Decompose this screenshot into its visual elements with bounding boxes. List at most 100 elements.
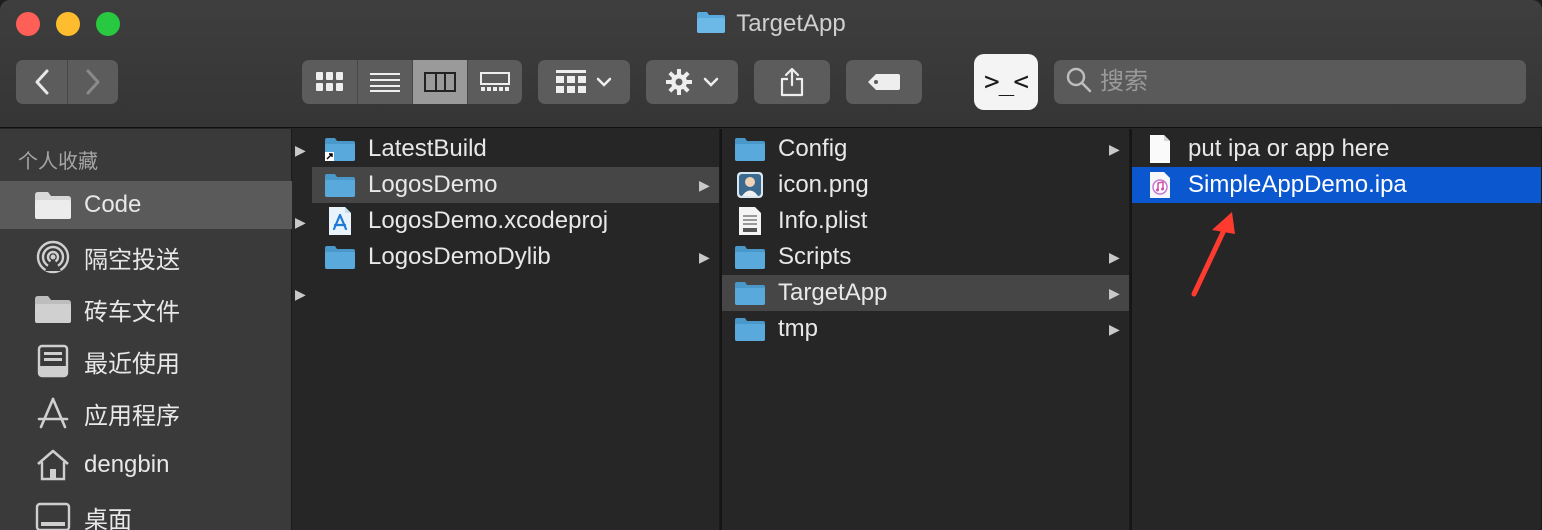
action-menu-button[interactable] [646,60,738,104]
search-icon [1066,67,1092,98]
home-icon [34,447,72,483]
item-label: icon.png [778,171,869,198]
column-2: Config ▶ icon.png Info.plist Scripts ▶ T… [722,129,1130,530]
tags-button[interactable] [846,60,922,104]
back-button[interactable] [16,60,67,104]
list-item[interactable]: Config ▶ [722,131,1129,167]
item-label: LatestBuild [368,135,487,162]
list-item[interactable]: LogosDemo.xcodeproj [312,203,719,239]
sidebar-item-label: 砖车文件 [84,298,180,326]
folder-icon [324,242,356,272]
columns-icon [424,72,456,92]
view-mode-selector [302,60,522,104]
chevron-right-icon: ▶ [1109,284,1120,301]
sidebar-section-title: 个人收藏 [18,151,98,173]
list-item[interactable]: tmp ▶ [722,311,1129,347]
sidebar-item-code[interactable]: Code [0,181,292,229]
list-item[interactable]: Info.plist [722,203,1129,239]
folder-icon [734,314,766,344]
chevron-down-icon [596,77,612,87]
column-view-button[interactable] [412,60,467,104]
item-label: TargetApp [778,279,888,306]
recents-icon [34,343,72,379]
chevron-right-icon: ▶ [295,142,306,158]
chevron-right-icon: ▶ [699,248,710,265]
group-grid-icon [556,70,586,94]
search-field[interactable] [1054,60,1526,104]
item-label: Scripts [778,243,852,270]
list-item[interactable]: LogosDemoDylib ▶ [312,239,719,275]
sidebar-item-label: 隔空投送 [84,246,180,274]
sidebar-item-label: 桌面 [84,506,132,530]
list-item[interactable]: Scripts ▶ [722,239,1129,275]
item-label: put ipa or app here [1188,135,1390,162]
sidebar-item-label: Code [84,191,142,218]
list-lines-icon [370,72,400,92]
folder-icon [734,242,766,272]
applications-icon [34,395,72,431]
terminal-button[interactable]: >_< [974,54,1038,110]
folder-icon [696,10,726,39]
forward-button[interactable] [67,60,118,104]
window-title: TargetApp [0,8,1542,40]
folder-icon [34,291,72,327]
tag-icon [867,73,901,91]
plist-icon [734,206,766,236]
icon-view-button[interactable] [302,60,357,104]
chevron-right-icon: ▶ [1109,320,1120,337]
chevron-left-icon [34,69,50,95]
toolbar: TargetApp >_< 搜索 [0,0,1542,128]
column-3: put ipa or app here SimpleAppDemo.ipa [1132,129,1542,530]
chevron-right-icon: ▶ [295,214,306,230]
airdrop-icon [34,239,72,275]
list-item[interactable]: SimpleAppDemo.ipa [1132,167,1541,203]
list-item[interactable]: TargetApp ▶ [722,275,1129,311]
folder-icon [34,187,72,223]
sidebar-item-home[interactable]: dengbin [0,441,292,489]
sidebar-item-applications[interactable]: 应用程序 [0,389,292,437]
annotation-arrow-icon [1191,212,1235,297]
list-item[interactable]: LatestBuild [312,131,719,167]
sidebar-item-label: dengbin [84,451,170,478]
list-item[interactable]: put ipa or app here [1132,131,1541,167]
chevron-right-icon: ▶ [1109,248,1120,265]
xcodeproj-icon [324,206,356,236]
chevron-right-icon: ▶ [295,286,306,302]
chevron-right-icon: ▶ [1109,140,1120,157]
chevron-right-icon: ▶ [699,176,710,193]
png-icon [734,170,766,200]
gallery-icon [480,72,510,92]
item-label: Config [778,135,848,162]
list-view-button[interactable] [357,60,412,104]
sidebar-item-recents[interactable]: 最近使用 [0,337,292,385]
item-label: LogosDemoDylib [368,243,551,270]
list-item[interactable]: icon.png [722,167,1129,203]
desktop-icon [34,499,72,530]
sidebar-item-desktop[interactable]: 桌面 [0,493,292,530]
sidebar: 个人收藏 Code 隔空投送 砖车文件 最近使用 应用程序 dengbin 桌面 [0,129,292,530]
share-button[interactable] [754,60,830,104]
sidebar-item-label: 应用程序 [84,402,180,430]
share-icon [780,67,804,97]
item-label: tmp [778,315,819,342]
column-1: LatestBuild LogosDemo ▶ LogosDemo.xcodep… [312,129,720,530]
sidebar-item-label: 最近使用 [84,350,180,378]
list-item[interactable]: LogosDemo ▶ [312,167,719,203]
sidebar-item-file-folder[interactable]: 砖车文件 [0,285,292,333]
folder-icon [324,170,356,200]
folder-icon [734,134,766,164]
item-label: LogosDemo.xcodeproj [368,207,609,234]
chevron-down-icon [703,77,719,87]
item-label: Info.plist [778,207,868,234]
icon-grid-icon [315,72,344,92]
sidebar-item-airdrop[interactable]: 隔空投送 [0,233,292,281]
window-title-text: TargetApp [736,10,846,37]
folder-alias-icon [324,134,356,164]
search-input[interactable] [1100,68,1480,96]
chevron-right-icon [85,69,101,95]
item-label: SimpleAppDemo.ipa [1188,171,1407,198]
item-label: LogosDemo [368,171,498,198]
gallery-view-button[interactable] [467,60,522,104]
group-by-button[interactable] [538,60,630,104]
column-gutter [293,129,311,530]
